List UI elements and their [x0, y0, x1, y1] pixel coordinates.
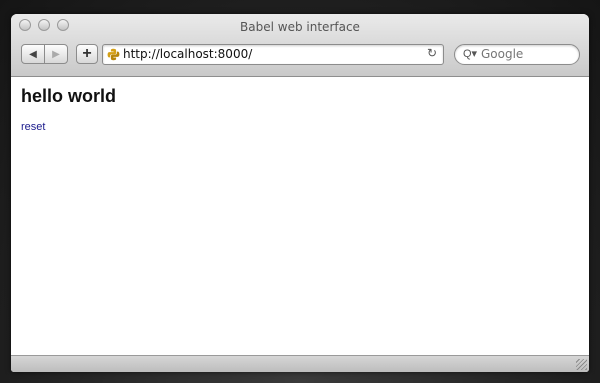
search-input[interactable]: [481, 47, 571, 61]
python-favicon-icon: [107, 48, 120, 61]
reset-link[interactable]: reset: [21, 121, 45, 133]
url-text[interactable]: http://localhost:8000/: [123, 47, 252, 61]
page-content: hello world reset: [11, 77, 589, 356]
title-bar: Babel web interface ◀ ▶ + http://localho…: [11, 14, 589, 77]
status-bar: [11, 355, 589, 372]
forward-arrow-icon: ▶: [52, 48, 60, 60]
reload-icon[interactable]: ↻: [427, 46, 437, 60]
back-arrow-icon: ◀: [29, 48, 37, 60]
window-title: Babel web interface: [240, 20, 360, 34]
add-bookmark-button[interactable]: +: [76, 44, 98, 64]
address-bar[interactable]: http://localhost:8000/ ↻: [102, 44, 444, 65]
forward-button[interactable]: ▶: [44, 44, 68, 64]
plus-icon: +: [82, 45, 92, 62]
page-heading: hello world: [21, 86, 117, 106]
back-button[interactable]: ◀: [21, 44, 45, 64]
browser-window: Babel web interface ◀ ▶ + http://localho…: [11, 14, 589, 372]
search-icon[interactable]: Q▾: [463, 47, 477, 60]
resize-grip-icon[interactable]: [576, 359, 587, 370]
search-box[interactable]: Q▾: [454, 44, 580, 65]
